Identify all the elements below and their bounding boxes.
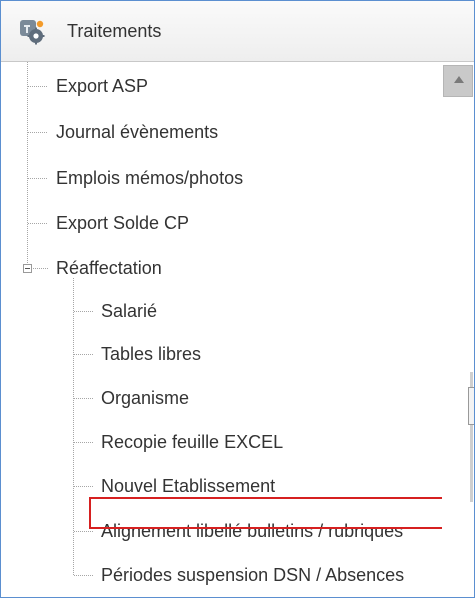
tree-item-emplois-memos-photos[interactable]: Emplois mémos/photos <box>56 168 243 188</box>
tree-item-export-solde-cp[interactable]: Export Solde CP <box>56 213 189 233</box>
tree-item-export-asp[interactable]: Export ASP <box>56 76 148 96</box>
panel-header[interactable]: Traitements <box>1 1 474 62</box>
arrow-up-icon[interactable] <box>443 65 473 97</box>
tree-item-periodes-suspension-dsn[interactable]: Périodes suspension DSN / Absences <box>101 565 404 585</box>
vertical-scrollbar[interactable] <box>442 62 474 597</box>
gear-settings-icon <box>20 20 45 45</box>
panel-title: Traitements <box>67 21 162 41</box>
scroll-thumb[interactable] <box>468 387 474 425</box>
tree-item-reaffectation[interactable]: Réaffectation <box>56 258 162 278</box>
tree-item-journal-evenements[interactable]: Journal évènements <box>56 122 218 142</box>
tree-item-salarie[interactable]: Salarié <box>101 301 157 321</box>
tree-item-tables-libres[interactable]: Tables libres <box>101 344 201 364</box>
tree-item-organisme[interactable]: Organisme <box>101 388 189 408</box>
tree-item-recopie-feuille-excel[interactable]: Recopie feuille EXCEL <box>101 432 283 452</box>
collapse-toggle-icon[interactable] <box>23 264 32 273</box>
highlight-box <box>89 497 445 529</box>
tree-item-nouvel-etablissement[interactable]: Nouvel Etablissement <box>101 476 275 496</box>
treatments-panel: Traitements Export ASP Journal évènement… <box>0 0 475 598</box>
